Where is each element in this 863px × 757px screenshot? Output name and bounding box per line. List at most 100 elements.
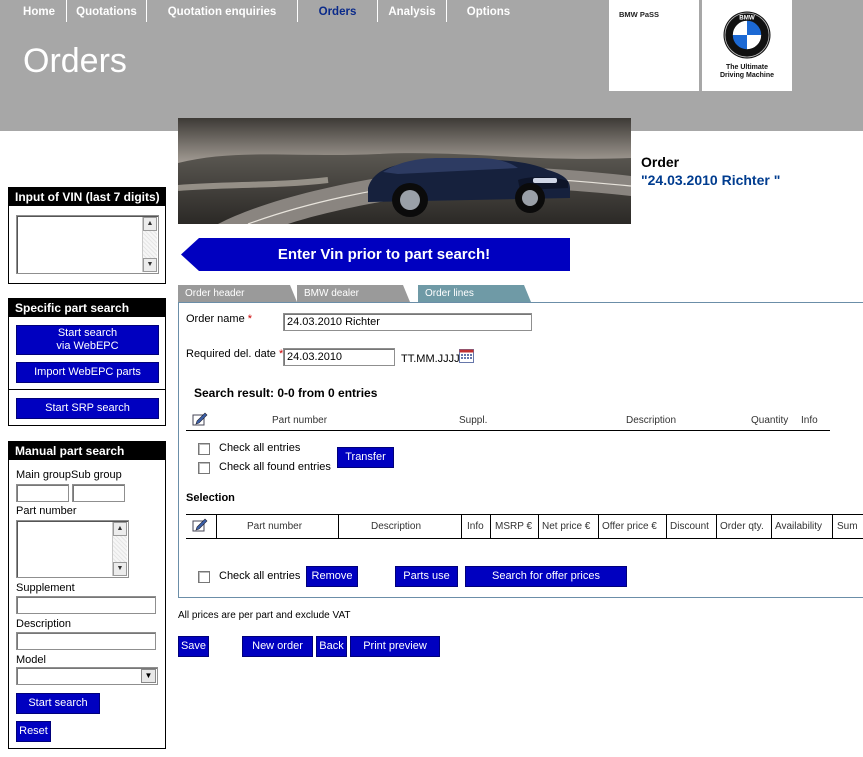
selection-title: Selection bbox=[186, 492, 235, 504]
app-label-box: BMW PaSS bbox=[609, 0, 699, 91]
req-date-input[interactable]: 24.03.2010 bbox=[283, 348, 395, 366]
selection-top-line bbox=[186, 514, 863, 515]
date-format-hint: TT.MM.JJJJ bbox=[401, 353, 460, 365]
sr-check-all-checkbox[interactable] bbox=[198, 443, 210, 455]
import-webepc-button[interactable]: Import WebEPC parts bbox=[16, 362, 159, 383]
manual-search-panel: Manual part search Main group Sub group … bbox=[8, 441, 166, 749]
column-separator bbox=[716, 515, 717, 538]
nav-orders[interactable]: Orders bbox=[297, 0, 377, 22]
page-header: Home Quotations Quotation enquiries Orde… bbox=[0, 0, 863, 131]
new-order-button[interactable]: New order bbox=[242, 636, 313, 657]
bmw-tagline-line2: Driving Machine bbox=[719, 72, 775, 79]
sel-check-all-label: Check all entries bbox=[219, 570, 301, 582]
chevron-down-icon[interactable]: ▼ bbox=[141, 669, 156, 683]
bmw-logo: BMW bbox=[723, 11, 771, 59]
sel-col-sum: Sum bbox=[837, 521, 858, 532]
car-banner-image bbox=[178, 118, 631, 224]
top-navigation: Home Quotations Quotation enquiries Orde… bbox=[0, 0, 605, 24]
column-separator bbox=[461, 515, 462, 538]
part-number-scrollbar[interactable]: ▲ ▼ bbox=[112, 522, 127, 576]
sr-col-part-number: Part number bbox=[272, 415, 328, 426]
sel-check-all-checkbox[interactable] bbox=[198, 571, 210, 583]
scroll-up-icon[interactable]: ▲ bbox=[143, 217, 157, 231]
model-select[interactable] bbox=[16, 667, 158, 685]
sel-col-info: Info bbox=[467, 521, 484, 532]
back-button[interactable]: Back bbox=[316, 636, 347, 657]
part-number-input[interactable]: ▲ ▼ bbox=[16, 520, 129, 578]
start-webepc-line1: Start search bbox=[57, 327, 118, 339]
sr-col-info: Info bbox=[801, 415, 818, 426]
calendar-icon[interactable] bbox=[459, 348, 475, 363]
tab-order-lines[interactable]: Order lines bbox=[418, 285, 524, 302]
edit-icon[interactable] bbox=[192, 412, 208, 426]
description-label: Description bbox=[16, 618, 72, 630]
sr-col-suppl: Suppl. bbox=[459, 415, 488, 426]
manual-start-search-button[interactable]: Start search bbox=[16, 693, 100, 714]
nav-quotations[interactable]: Quotations bbox=[66, 0, 146, 22]
order-title: Order bbox=[641, 154, 680, 170]
nav-analysis[interactable]: Analysis bbox=[377, 0, 446, 22]
scroll-down-icon[interactable]: ▼ bbox=[143, 258, 157, 272]
sr-col-description: Description bbox=[626, 415, 677, 426]
edit-icon[interactable] bbox=[192, 518, 208, 532]
reset-button[interactable]: Reset bbox=[16, 721, 51, 742]
order-name-label-text: Order name bbox=[186, 313, 245, 325]
nav-home[interactable]: Home bbox=[12, 0, 66, 22]
column-separator bbox=[598, 515, 599, 538]
vat-note: All prices are per part and exclude VAT bbox=[178, 610, 351, 621]
nav-options[interactable]: Options bbox=[446, 0, 530, 22]
req-date-label: Required del. date * bbox=[186, 348, 283, 360]
req-date-label-text: Required del. date bbox=[186, 348, 276, 360]
column-separator bbox=[216, 515, 217, 538]
bmw-logo-box: BMW The Ultimate Driving Machine bbox=[702, 0, 792, 91]
sel-col-net-price: Net price € bbox=[542, 521, 591, 532]
order-name-input[interactable]: 24.03.2010 Richter bbox=[283, 313, 532, 331]
main-group-label: Main group bbox=[16, 469, 72, 481]
sub-group-label: Sub group bbox=[71, 469, 122, 481]
start-webepc-search-button[interactable]: Start search via WebEPC bbox=[16, 325, 159, 355]
column-separator bbox=[338, 515, 339, 538]
start-srp-search-button[interactable]: Start SRP search bbox=[16, 398, 159, 419]
column-separator bbox=[538, 515, 539, 538]
sub-group-input[interactable] bbox=[72, 484, 125, 502]
order-name-label: Order name * bbox=[186, 313, 252, 325]
scroll-down-icon[interactable]: ▼ bbox=[113, 562, 127, 576]
sel-col-discount: Discount bbox=[670, 521, 709, 532]
transfer-button[interactable]: Transfer bbox=[337, 447, 394, 468]
description-input[interactable] bbox=[16, 632, 156, 650]
column-separator bbox=[490, 515, 491, 538]
sr-check-found-label: Check all found entries bbox=[219, 461, 331, 473]
search-result-header-line bbox=[186, 430, 830, 431]
sr-check-found-checkbox[interactable] bbox=[198, 462, 210, 474]
selection-bottom-line bbox=[186, 538, 863, 539]
part-number-label: Part number bbox=[16, 505, 77, 517]
specific-search-panel: Specific part search Start search via We… bbox=[8, 298, 166, 426]
required-mark: * bbox=[247, 313, 253, 325]
vin-panel: Input of VIN (last 7 digits) ▲ ▼ bbox=[8, 187, 166, 284]
search-offer-prices-button[interactable]: Search for offer prices bbox=[465, 566, 627, 587]
manual-search-title: Manual part search bbox=[9, 442, 165, 460]
tab-bmw-dealer[interactable]: BMW dealer bbox=[297, 285, 403, 302]
tab-order-header[interactable]: Order header bbox=[178, 285, 290, 302]
remove-button[interactable]: Remove bbox=[306, 566, 358, 587]
sel-col-part-number: Part number bbox=[247, 521, 303, 532]
print-preview-button[interactable]: Print preview bbox=[350, 636, 440, 657]
vin-input[interactable]: ▲ ▼ bbox=[16, 215, 159, 274]
sel-col-msrp: MSRP € bbox=[495, 521, 533, 532]
scroll-up-icon[interactable]: ▲ bbox=[113, 522, 127, 536]
sr-col-quantity: Quantity bbox=[751, 415, 789, 426]
nav-quotation-enquiries[interactable]: Quotation enquiries bbox=[146, 0, 297, 22]
parts-use-button[interactable]: Parts use bbox=[395, 566, 458, 587]
save-button[interactable]: Save bbox=[178, 636, 209, 657]
app-label: BMW PaSS bbox=[619, 10, 660, 19]
panel-divider bbox=[9, 389, 165, 390]
model-label: Model bbox=[16, 654, 46, 666]
supplement-input[interactable] bbox=[16, 596, 156, 614]
bmw-logo-text: BMW bbox=[739, 14, 755, 21]
sel-col-order-qty: Order qty. bbox=[720, 521, 764, 532]
main-group-input[interactable] bbox=[16, 484, 69, 502]
specific-search-title: Specific part search bbox=[9, 299, 165, 317]
vin-notice-text: Enter Vin prior to part search! bbox=[277, 246, 491, 263]
column-separator bbox=[771, 515, 772, 538]
vin-input-scrollbar[interactable]: ▲ ▼ bbox=[142, 217, 157, 272]
